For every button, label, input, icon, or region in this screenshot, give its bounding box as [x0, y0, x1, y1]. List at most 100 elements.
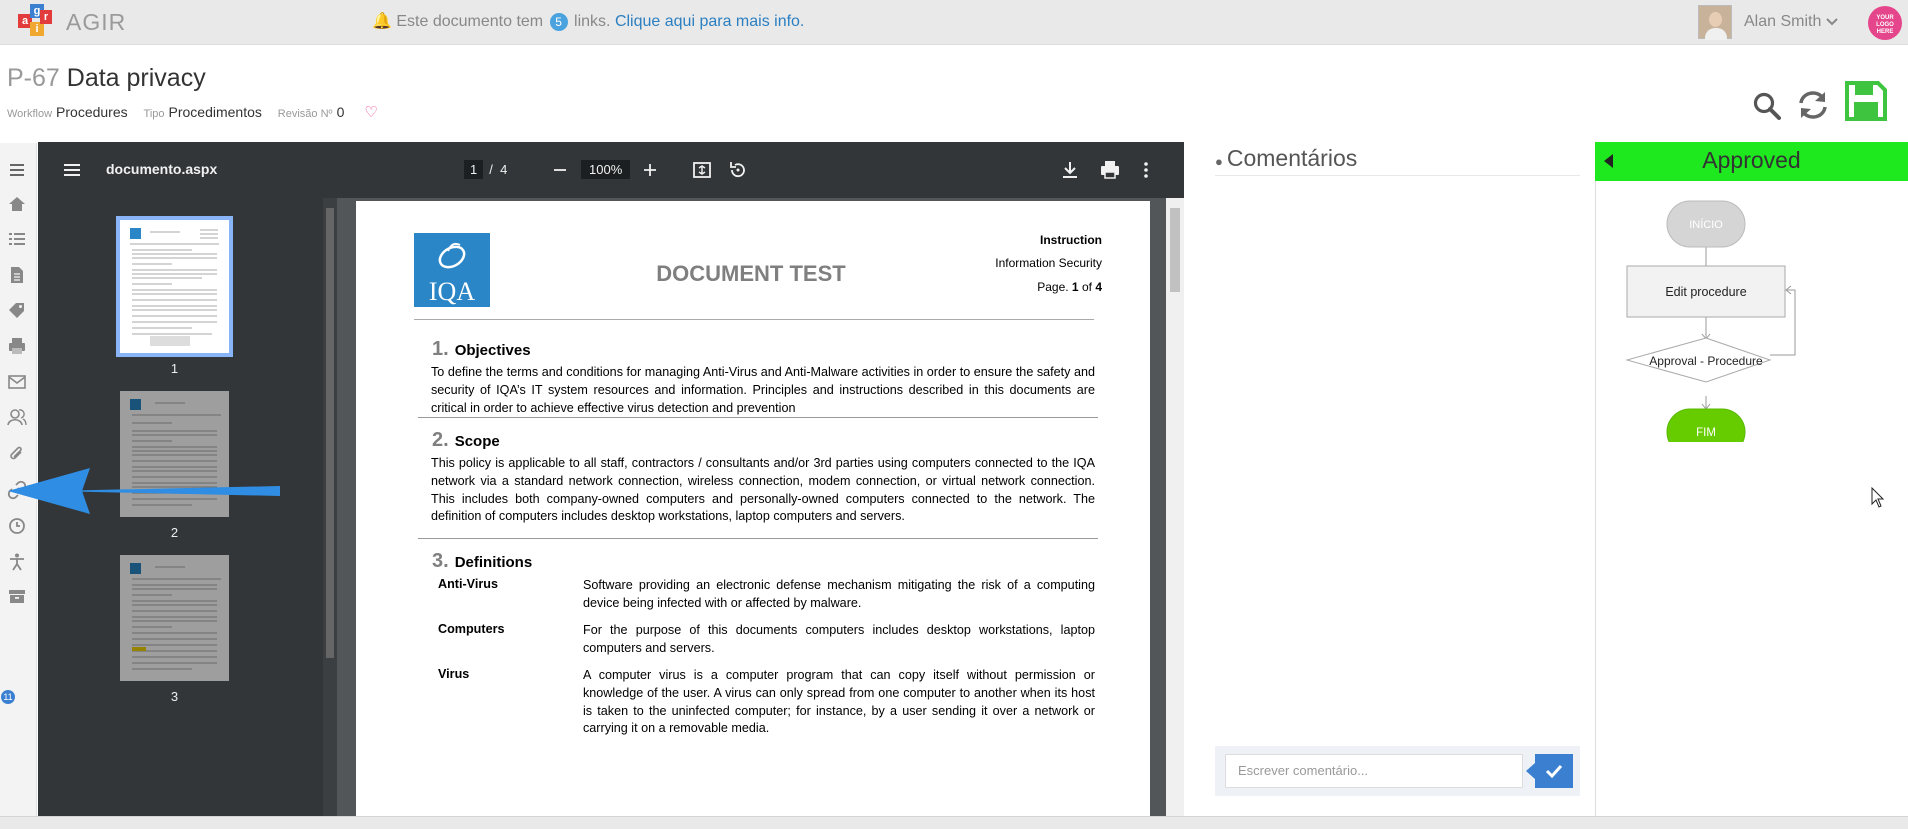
workflow-label: Workflow — [7, 108, 53, 120]
page-indicator: 1 / 4 — [464, 160, 507, 179]
app-name: AGIR — [66, 9, 127, 35]
page-thumbnail-3[interactable] — [120, 555, 229, 681]
comments-title: ● Comentários — [1215, 145, 1358, 171]
workflow-approval-label: Approval - Procedure — [1649, 354, 1763, 368]
workflow-start-label: INÍCIO — [1689, 218, 1723, 231]
type-label: Tipo — [143, 108, 165, 120]
app-window: a g i r AGIR 🔔 Este documento tem 5 link… — [0, 0, 1908, 829]
definition-text: A computer virus is a computer program t… — [583, 668, 1095, 736]
comment-composer: Escrever comentário... — [1215, 746, 1580, 796]
document-icon[interactable] — [7, 265, 27, 285]
page-scrollbar[interactable] — [1166, 198, 1184, 816]
viewer-toolbar: documento.aspx 1 / 4 100% — [38, 142, 1184, 198]
thumbnail-label-3: 3 — [170, 689, 179, 704]
pdf-page-label: Page. 1 of 4 — [1037, 280, 1102, 294]
print-icon[interactable] — [7, 336, 27, 356]
section-heading: 1. Objectives — [432, 338, 531, 360]
page-total: 4 — [500, 162, 508, 177]
chevron-down-icon — [1826, 18, 1838, 26]
search-icon[interactable] — [1752, 91, 1782, 121]
workflow-end-label: FIM — [1696, 427, 1716, 439]
agir-logo[interactable]: a g i r — [18, 4, 52, 38]
menu-icon[interactable] — [7, 160, 27, 180]
page-separator: / — [489, 162, 493, 177]
pointer-arrow-icon — [8, 468, 280, 514]
iqa-logo-text: IQA — [428, 277, 476, 306]
notice-mid: links. — [574, 13, 611, 30]
thumbnail-preview — [130, 228, 219, 346]
accessibility-icon[interactable] — [7, 552, 27, 572]
print-icon[interactable] — [1098, 158, 1122, 182]
bottom-bar — [0, 816, 1908, 829]
zoom-in-icon[interactable] — [638, 158, 662, 182]
document-meta: Workflow Procedures Tipo Procedimentos Rev… — [7, 103, 378, 121]
section-text: To define the terms and conditions for m… — [431, 365, 1095, 415]
comment-icon: ● — [1215, 154, 1223, 169]
pdf-header-line-1: Instruction — [1040, 233, 1102, 247]
archive-icon[interactable] — [7, 586, 27, 606]
tag-icon[interactable] — [7, 301, 27, 321]
refresh-icon[interactable] — [1796, 89, 1830, 121]
avatar — [1698, 5, 1732, 40]
workflow-edit-label: Edit procedure — [1665, 285, 1746, 299]
mail-icon[interactable] — [7, 372, 27, 392]
thumbnail-label-2: 2 — [170, 525, 179, 540]
pdf-header-line-2: Information Security — [995, 256, 1102, 270]
rotate-icon[interactable] — [726, 158, 750, 182]
thumbnail-scrollbar[interactable] — [323, 198, 337, 816]
favorite-heart-icon[interactable]: ♡ — [364, 104, 377, 121]
comment-input[interactable]: Escrever comentário... — [1225, 754, 1523, 788]
links-notice: 🔔 Este documento tem 5 links. Clique aqu… — [372, 11, 804, 31]
clock-icon[interactable] — [7, 516, 27, 536]
page-title: P-67 Data privacy — [7, 64, 206, 93]
pdf-page: IQA DOCUMENT TEST Instruction Informatio… — [356, 201, 1150, 816]
page-number-input[interactable]: 1 — [464, 160, 484, 179]
users-icon[interactable] — [7, 407, 27, 427]
thumbnail-preview — [130, 563, 221, 670]
iqa-logo: IQA — [414, 233, 490, 307]
company-logo: YOUR LOGO HERE — [1868, 6, 1902, 40]
save-icon[interactable] — [1844, 80, 1888, 122]
list-icon[interactable] — [7, 229, 27, 249]
paperclip-icon[interactable] — [7, 444, 27, 464]
type-value: Procedimentos — [168, 104, 262, 120]
page-thumbnail-1[interactable] — [116, 216, 233, 357]
zoom-level[interactable]: 100% — [581, 160, 631, 179]
workflow-panel: Approved INÍCIO Edit procedure Approval … — [1595, 142, 1908, 816]
more-options-icon[interactable] — [1134, 158, 1158, 182]
revision-label: Revisão Nº — [277, 108, 333, 120]
pdf-title: DOCUMENT TEST — [656, 261, 846, 286]
section-divider — [418, 417, 1098, 418]
header-divider — [414, 319, 1094, 320]
notification-badge: 11 — [1, 690, 15, 704]
notice-prefix: Este documento tem — [396, 13, 544, 30]
download-icon[interactable] — [1058, 158, 1082, 182]
fit-page-icon[interactable] — [690, 158, 714, 182]
document-code: P-67 — [7, 64, 60, 92]
section-text: This policy is applicable to all staff, … — [431, 456, 1095, 524]
sidebar-toggle-icon[interactable] — [60, 158, 84, 182]
definition-term: Virus — [438, 667, 470, 681]
document-title: Data privacy — [66, 64, 206, 92]
comments-divider — [1215, 175, 1580, 176]
more-info-link[interactable]: Clique aqui para mais info. — [615, 13, 804, 30]
definition-term: Computers — [438, 622, 505, 636]
send-comment-button[interactable] — [1526, 754, 1573, 788]
definition-text: For the purpose of this documents comput… — [583, 623, 1095, 655]
viewer-filename: documento.aspx — [106, 161, 218, 177]
zoom-out-icon[interactable] — [548, 158, 572, 182]
home-icon[interactable] — [7, 194, 27, 214]
section-divider — [418, 538, 1098, 539]
bell-icon: 🔔 — [372, 13, 392, 30]
definition-text: Software providing an electronic defense… — [583, 578, 1095, 610]
workflow-diagram: INÍCIO Edit procedure Approval - Procedu… — [1625, 200, 1796, 442]
check-icon — [1545, 764, 1563, 779]
comments-panel: ● Comentários Escrever comentário... — [1199, 142, 1596, 816]
workflow-value: Procedures — [56, 104, 128, 120]
links-count-badge: 5 — [549, 13, 568, 31]
section-heading: 2. Scope — [432, 429, 500, 451]
revision-value: 0 — [336, 104, 345, 120]
top-bar: a g i r AGIR 🔔 Este documento tem 5 link… — [0, 0, 1908, 45]
iqa-swirl-icon — [438, 242, 466, 269]
user-name: Alan Smith — [1744, 13, 1822, 30]
